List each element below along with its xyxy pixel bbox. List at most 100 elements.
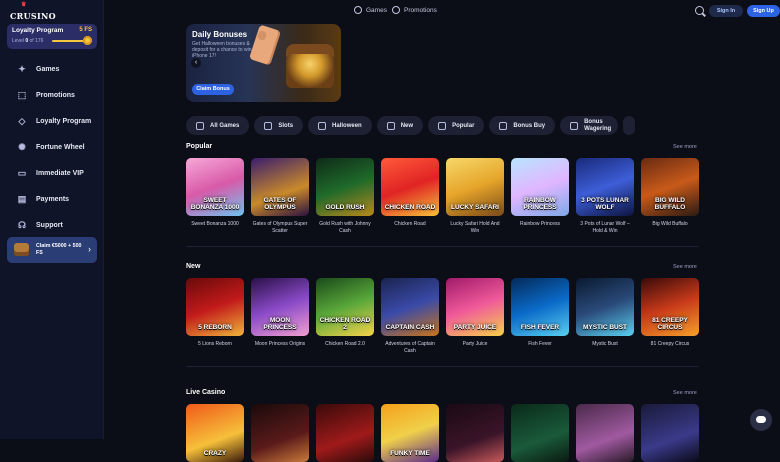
- game-thumbnail[interactable]: GATES OF OLYMPUS: [251, 158, 309, 216]
- game-thumbnail[interactable]: MYSTIC BUST: [576, 278, 634, 336]
- game-card[interactable]: FUNKY TIME: [381, 404, 439, 462]
- game-card[interactable]: 81 CREEPY CIRCUS 81 Creepy Circus: [641, 278, 699, 355]
- see-more-popular[interactable]: See more: [673, 144, 697, 150]
- tab-all-games[interactable]: All Games: [186, 116, 250, 135]
- game-thumbnail[interactable]: CHICKEN ROAD 2: [316, 278, 374, 336]
- top-nav-games[interactable]: Games: [354, 6, 387, 14]
- see-more-live-casino[interactable]: See more: [673, 390, 697, 396]
- game-thumbnail-title: GOLD RUSH: [325, 203, 365, 211]
- game-card[interactable]: FISH FEVER Fish Fever: [511, 278, 569, 355]
- game-card[interactable]: [576, 404, 634, 462]
- game-name: 81 Creepy Circus: [650, 341, 690, 347]
- game-thumbnail[interactable]: [316, 404, 374, 462]
- game-card[interactable]: MYSTIC BUST Mystic Bust: [576, 278, 634, 355]
- game-thumbnail[interactable]: BIG WILD BUFFALO: [641, 158, 699, 216]
- game-thumbnail-title: LUCKY SAFARI: [451, 203, 499, 211]
- game-thumbnail[interactable]: [576, 404, 634, 462]
- game-card[interactable]: MOON PRINCESS Moon Princess Origins: [251, 278, 309, 355]
- sidebar-item-payments[interactable]: ▤ Payments: [0, 186, 104, 212]
- sidebar-item-immediate-vip[interactable]: ▭ Immediate VIP: [0, 160, 104, 186]
- game-card[interactable]: SWEET BONANZA 1000 Sweet Bonanza 1000: [186, 158, 244, 235]
- tab-popular[interactable]: Popular: [428, 116, 485, 135]
- game-thumbnail[interactable]: CAPTAIN CASH: [381, 278, 439, 336]
- tab-slots[interactable]: Slots: [254, 116, 304, 135]
- top-bar: Games Promotions Sign In Sign Up: [104, 0, 780, 22]
- game-card[interactable]: CAPTAIN CASH Adventures of Captain Cash: [381, 278, 439, 355]
- game-card[interactable]: [511, 404, 569, 462]
- game-card[interactable]: CHICKEN ROAD Chicken Road: [381, 158, 439, 235]
- sidebar-item-loyalty[interactable]: ◇ Loyalty Program: [0, 108, 104, 134]
- game-card[interactable]: 3 POTS LUNAR WOLF 3 Pots of Lunar Wolf – …: [576, 158, 634, 235]
- top-nav-promotions[interactable]: Promotions: [392, 6, 437, 14]
- game-thumbnail-title: MOON PRINCESS: [263, 317, 297, 331]
- game-thumbnail[interactable]: FISH FEVER: [511, 278, 569, 336]
- game-thumbnail[interactable]: [641, 404, 699, 462]
- phone-image: [248, 24, 282, 66]
- gift-icon: ⬚: [17, 90, 27, 100]
- tab-more[interactable]: [623, 116, 636, 135]
- wallet-icon: ▤: [17, 194, 27, 204]
- game-card[interactable]: [251, 404, 309, 462]
- game-thumbnail[interactable]: [446, 404, 504, 462]
- claim-bonus-text: Claim €5000 + 500 FS: [36, 243, 82, 256]
- game-thumbnail-title: CHICKEN ROAD 2: [319, 317, 371, 331]
- claim-bonus-button[interactable]: Claim Bonus: [192, 84, 234, 95]
- sidebar-item-support[interactable]: ☊ Support: [0, 212, 104, 238]
- chat-icon[interactable]: [750, 409, 772, 431]
- tab-new[interactable]: New: [376, 116, 424, 135]
- game-thumbnail[interactable]: GOLD RUSH: [316, 158, 374, 216]
- fire-icon: [438, 121, 447, 130]
- game-card[interactable]: 5 REBORN 5 Lions Reborn: [186, 278, 244, 355]
- game-thumbnail[interactable]: FUNKY TIME: [381, 404, 439, 462]
- game-thumbnail[interactable]: 3 POTS LUNAR WOLF: [576, 158, 634, 216]
- game-card[interactable]: RAINBOW PRINCESS Rainbow Princess: [511, 158, 569, 235]
- game-thumbnail-title: 81 CREEPY CIRCUS: [652, 317, 688, 331]
- games-row-new: 5 REBORN 5 Lions Reborn MOON PRINCESS Moon …: [186, 278, 699, 355]
- game-thumbnail[interactable]: 5 REBORN: [186, 278, 244, 336]
- game-thumbnail[interactable]: [251, 404, 309, 462]
- search-icon[interactable]: [695, 6, 704, 15]
- tab-halloween[interactable]: Halloween: [308, 116, 372, 135]
- game-card[interactable]: GATES OF OLYMPUS Gates of Olympus Super S…: [251, 158, 309, 235]
- game-card[interactable]: [641, 404, 699, 462]
- tab-bonus-wagering[interactable]: Bonus Wagering: [560, 116, 619, 135]
- tab-bonus-buy[interactable]: Bonus Buy: [489, 116, 556, 135]
- game-card[interactable]: CHICKEN ROAD 2 Chicken Road 2.0: [316, 278, 374, 355]
- game-card[interactable]: LUCKY SAFARI Lucky Safari Hold And Win: [446, 158, 504, 235]
- game-card[interactable]: CRAZY: [186, 404, 244, 462]
- game-thumbnail[interactable]: CRAZY: [186, 404, 244, 462]
- game-thumbnail-title: FISH FEVER: [520, 323, 560, 331]
- sidebar-item-fortune-wheel[interactable]: ✺ Fortune Wheel: [0, 134, 104, 160]
- game-thumbnail[interactable]: MOON PRINCESS: [251, 278, 309, 336]
- headset-icon: ☊: [18, 220, 26, 230]
- game-thumbnail[interactable]: PARTY JUICE: [446, 278, 504, 336]
- game-card[interactable]: GOLD RUSH Gold Rush with Johnny Cash: [316, 158, 374, 235]
- game-card[interactable]: [446, 404, 504, 462]
- chevron-left-icon[interactable]: ‹: [191, 58, 201, 68]
- claim-bonus-card[interactable]: Claim €5000 + 500 FS ›: [7, 237, 97, 263]
- game-thumbnail[interactable]: CHICKEN ROAD: [381, 158, 439, 216]
- sidebar-item-promotions[interactable]: ⬚ Promotions: [0, 82, 104, 108]
- game-thumbnail[interactable]: LUCKY SAFARI: [446, 158, 504, 216]
- game-thumbnail[interactable]: 81 CREEPY CIRCUS: [641, 278, 699, 336]
- see-more-new[interactable]: See more: [673, 264, 697, 270]
- game-card[interactable]: BIG WILD BUFFALO Big Wild Buffalo: [641, 158, 699, 235]
- sidebar-nav: ✦ Games ⬚ Promotions ◇ Loyalty Program ✺ For…: [0, 56, 104, 238]
- brand-logo[interactable]: ♛ CRUSINO: [10, 1, 56, 21]
- sign-in-button[interactable]: Sign In: [709, 5, 743, 17]
- gamepad-icon: [354, 6, 362, 14]
- game-card[interactable]: [316, 404, 374, 462]
- top-nav-games-label: Games: [366, 6, 387, 14]
- loyalty-card[interactable]: Loyalty Program 5 FS Level 0 of 176: [7, 24, 97, 49]
- game-thumbnail[interactable]: [511, 404, 569, 462]
- game-thumbnail[interactable]: SWEET BONANZA 1000: [186, 158, 244, 216]
- promo-banner[interactable]: Daily Bonuses Get Halloween bonuses & de…: [186, 24, 341, 102]
- sign-up-button[interactable]: Sign Up: [747, 5, 780, 17]
- sidebar-item-games[interactable]: ✦ Games: [0, 56, 104, 82]
- coins-icon: [570, 121, 579, 130]
- game-name: Gates of Olympus Super Scatter: [252, 221, 308, 234]
- section-title-live-casino: Live Casino: [186, 389, 226, 396]
- crown-icon: ♛: [21, 1, 27, 8]
- game-thumbnail[interactable]: RAINBOW PRINCESS: [511, 158, 569, 216]
- game-card[interactable]: PARTY JUICE Party Juice: [446, 278, 504, 355]
